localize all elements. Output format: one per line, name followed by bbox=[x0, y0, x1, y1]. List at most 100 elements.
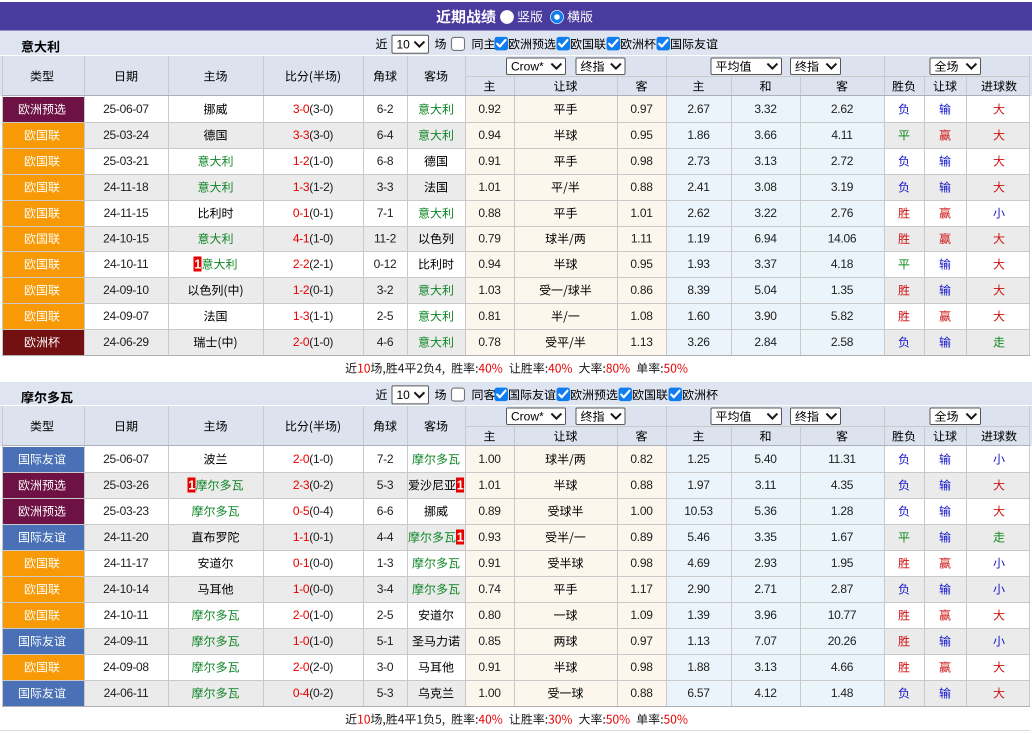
svg-text:4-6: 4-6 bbox=[377, 335, 394, 349]
svg-text:1.67: 1.67 bbox=[831, 530, 854, 544]
svg-text:0.81: 0.81 bbox=[478, 309, 501, 323]
svg-text:1.93: 1.93 bbox=[687, 257, 710, 271]
svg-text:2-0(1-0): 2-0(1-0) bbox=[293, 452, 334, 466]
svg-text:0.86: 0.86 bbox=[630, 283, 653, 297]
svg-text:24-11-17: 24-11-17 bbox=[104, 556, 149, 570]
svg-text:8.39: 8.39 bbox=[687, 283, 710, 297]
svg-text:24-10-11: 24-10-11 bbox=[104, 257, 149, 271]
svg-text:0.88: 0.88 bbox=[630, 180, 653, 194]
svg-text:5.40: 5.40 bbox=[754, 452, 777, 466]
svg-text:Crow*: Crow* bbox=[511, 409, 544, 423]
svg-text:4.35: 4.35 bbox=[831, 478, 854, 492]
svg-text:2.90: 2.90 bbox=[687, 582, 710, 596]
svg-text:2.73: 2.73 bbox=[687, 154, 710, 168]
svg-text:0.97: 0.97 bbox=[630, 102, 653, 116]
svg-text:0-1(0-0): 0-1(0-0) bbox=[293, 556, 334, 570]
svg-text:3.96: 3.96 bbox=[754, 608, 777, 622]
svg-text:0.88: 0.88 bbox=[630, 686, 653, 700]
svg-text:5.04: 5.04 bbox=[754, 283, 777, 297]
svg-text:0.88: 0.88 bbox=[478, 206, 501, 220]
svg-text:1.28: 1.28 bbox=[831, 504, 854, 518]
svg-text:3-3: 3-3 bbox=[377, 180, 394, 194]
svg-text:0.95: 0.95 bbox=[630, 128, 653, 142]
svg-text:0.93: 0.93 bbox=[478, 530, 501, 544]
svg-text:1-3(1-2): 1-3(1-2) bbox=[293, 180, 334, 194]
svg-text:0.94: 0.94 bbox=[478, 257, 501, 271]
svg-text:1.13: 1.13 bbox=[687, 634, 710, 648]
svg-text:1-2(0-1): 1-2(0-1) bbox=[293, 283, 334, 297]
svg-text:7.07: 7.07 bbox=[754, 634, 777, 648]
svg-text:1-2(1-0): 1-2(1-0) bbox=[293, 154, 334, 168]
svg-text:1.86: 1.86 bbox=[687, 128, 710, 142]
svg-text:3.26: 3.26 bbox=[687, 335, 710, 349]
svg-text:6-2: 6-2 bbox=[377, 102, 394, 116]
svg-text:14.06: 14.06 bbox=[828, 232, 857, 246]
svg-text:1: 1 bbox=[457, 479, 464, 493]
svg-text:2-0(1-0): 2-0(1-0) bbox=[293, 335, 334, 349]
svg-text:6.57: 6.57 bbox=[687, 686, 710, 700]
svg-text:2.87: 2.87 bbox=[831, 582, 854, 596]
svg-text:25-06-07: 25-06-07 bbox=[103, 452, 149, 466]
svg-text:3-4: 3-4 bbox=[377, 582, 394, 596]
svg-text:6-6: 6-6 bbox=[377, 504, 394, 518]
svg-text:1.01: 1.01 bbox=[630, 206, 653, 220]
svg-text:24-10-11: 24-10-11 bbox=[104, 608, 149, 622]
svg-text:1.35: 1.35 bbox=[831, 283, 854, 297]
svg-text:0-1(0-1): 0-1(0-1) bbox=[293, 206, 334, 220]
svg-text:1.00: 1.00 bbox=[630, 504, 653, 518]
svg-text:1.95: 1.95 bbox=[831, 556, 854, 570]
svg-text:11.31: 11.31 bbox=[828, 452, 856, 466]
svg-text:2.62: 2.62 bbox=[831, 102, 854, 116]
svg-text:0.98: 0.98 bbox=[630, 556, 653, 570]
svg-text:2-5: 2-5 bbox=[377, 608, 394, 622]
svg-text:2.72: 2.72 bbox=[831, 154, 854, 168]
svg-text:2.84: 2.84 bbox=[754, 335, 777, 349]
svg-text:5-1: 5-1 bbox=[377, 634, 394, 648]
svg-text:1.01: 1.01 bbox=[478, 180, 501, 194]
svg-text:6.94: 6.94 bbox=[754, 232, 777, 246]
svg-text:24-09-10: 24-09-10 bbox=[103, 283, 149, 297]
svg-text:2.62: 2.62 bbox=[687, 206, 710, 220]
svg-text:1.13: 1.13 bbox=[630, 335, 653, 349]
svg-text:24-11-20: 24-11-20 bbox=[104, 530, 149, 544]
svg-text:24-09-08: 24-09-08 bbox=[103, 660, 149, 674]
svg-text:1.88: 1.88 bbox=[687, 660, 710, 674]
svg-text:1-0(0-0): 1-0(0-0) bbox=[293, 582, 334, 596]
svg-text:0.94: 0.94 bbox=[478, 128, 501, 142]
svg-text:3.22: 3.22 bbox=[754, 206, 777, 220]
svg-text:25-03-21: 25-03-21 bbox=[103, 154, 149, 168]
svg-text:0.97: 0.97 bbox=[630, 634, 653, 648]
svg-text:2.67: 2.67 bbox=[687, 102, 710, 116]
svg-text:3-0: 3-0 bbox=[377, 660, 394, 674]
svg-text:3.32: 3.32 bbox=[754, 102, 777, 116]
svg-text:1: 1 bbox=[188, 479, 195, 493]
svg-text:24-06-11: 24-06-11 bbox=[104, 686, 149, 700]
svg-text:0.79: 0.79 bbox=[478, 232, 501, 246]
svg-text:1.08: 1.08 bbox=[630, 309, 653, 323]
svg-text:4-1(1-0): 4-1(1-0) bbox=[293, 232, 334, 246]
svg-text:1.19: 1.19 bbox=[687, 232, 710, 246]
svg-text:25-03-24: 25-03-24 bbox=[103, 128, 149, 142]
svg-text:1-3: 1-3 bbox=[377, 556, 394, 570]
svg-text:24-09-11: 24-09-11 bbox=[104, 634, 149, 648]
svg-text:2-3(0-2): 2-3(0-2) bbox=[293, 478, 334, 492]
svg-text:2.41: 2.41 bbox=[687, 180, 710, 194]
svg-text:7-1: 7-1 bbox=[377, 206, 394, 220]
svg-text:1.00: 1.00 bbox=[478, 686, 501, 700]
svg-text:5.46: 5.46 bbox=[687, 530, 710, 544]
svg-text:4.18: 4.18 bbox=[831, 257, 854, 271]
svg-text:3.90: 3.90 bbox=[754, 309, 777, 323]
svg-text:0.89: 0.89 bbox=[478, 504, 501, 518]
svg-text:2-5: 2-5 bbox=[377, 309, 394, 323]
svg-text:1.17: 1.17 bbox=[630, 582, 653, 596]
svg-text:0.88: 0.88 bbox=[630, 478, 653, 492]
svg-text:11-2: 11-2 bbox=[374, 232, 397, 246]
svg-text:0.92: 0.92 bbox=[478, 102, 501, 116]
svg-text:1-3(1-1): 1-3(1-1) bbox=[293, 309, 334, 323]
svg-text:25-03-23: 25-03-23 bbox=[103, 504, 149, 518]
svg-text:1-0(1-0): 1-0(1-0) bbox=[293, 634, 334, 648]
svg-text:3.11: 3.11 bbox=[755, 478, 777, 492]
svg-text:24-10-14: 24-10-14 bbox=[103, 582, 149, 596]
svg-text:1.09: 1.09 bbox=[630, 608, 653, 622]
svg-text:2.58: 2.58 bbox=[831, 335, 854, 349]
